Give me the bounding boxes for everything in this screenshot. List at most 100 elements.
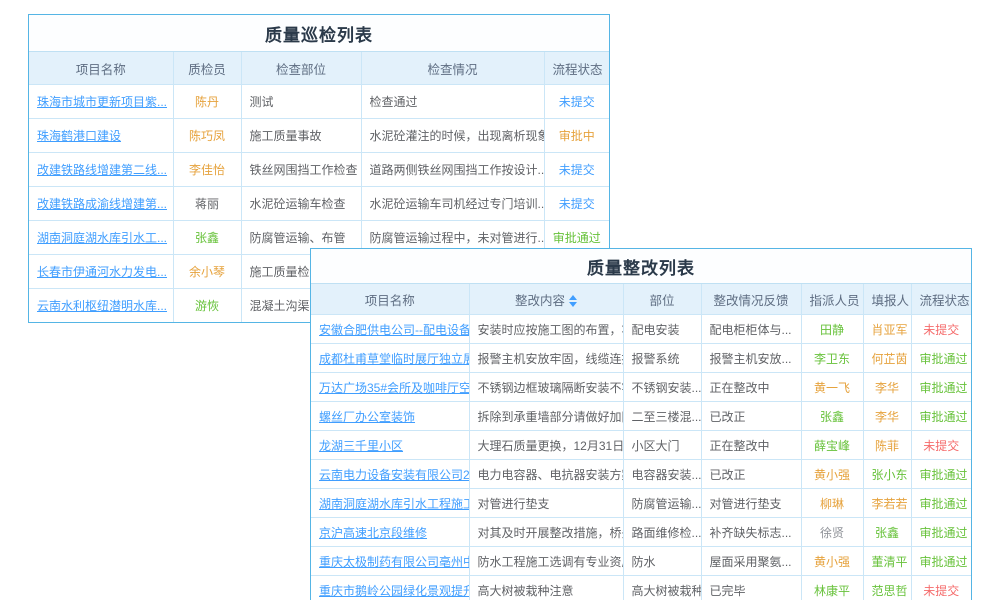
- project-link[interactable]: 珠海市城市更新项目紫...: [37, 95, 167, 109]
- project-cell: 安徽合肥供电公司--配电设备...: [311, 315, 469, 344]
- column-header-content[interactable]: 整改内容: [469, 284, 623, 315]
- part-cell: 小区大门: [623, 431, 701, 460]
- project-cell: 云南水利枢纽潜明水库...: [29, 289, 173, 323]
- status-cell: 审批通过: [911, 344, 971, 373]
- status-cell: 未提交: [544, 153, 609, 187]
- project-link[interactable]: 改建铁路线增建第二线...: [37, 163, 167, 177]
- rectification-list-panel: 质量整改列表 项目名称整改内容部位整改情况反馈指派人员填报人流程状态 安徽合肥供…: [310, 248, 972, 600]
- part-cell: 路面维修检...: [623, 518, 701, 547]
- feedback-cell: 对管进行垫支: [701, 489, 801, 518]
- project-link[interactable]: 成都杜甫草堂临时展厅独立展...: [319, 352, 469, 366]
- content-cell: 拆除到承重墙部分请做好加固...: [469, 402, 623, 431]
- inspector-cell: 李佳怡: [173, 153, 241, 187]
- column-header-inspector: 质检员: [173, 52, 241, 85]
- status-cell: 未提交: [544, 187, 609, 221]
- column-header-label: 检查部位: [276, 63, 326, 77]
- project-link[interactable]: 重庆太极制药有限公司亳州中...: [319, 555, 469, 569]
- table-row: 重庆太极制药有限公司亳州中...防水工程施工选调有专业资质...防水屋面采用聚氨…: [311, 547, 971, 576]
- assignee-cell: 田静: [801, 315, 863, 344]
- status-cell: 未提交: [544, 85, 609, 119]
- assignee-cell: 林康平: [801, 576, 863, 600]
- project-cell: 改建铁路成渝线增建第...: [29, 187, 173, 221]
- column-header-label: 流程状态: [920, 294, 970, 308]
- reporter-cell: 范思哲: [863, 576, 911, 600]
- content-cell: 防水工程施工选调有专业资质...: [469, 547, 623, 576]
- page-background: 质量巡检列表 项目名称质检员检查部位检查情况流程状态 珠海市城市更新项目紫...…: [0, 0, 1000, 600]
- table-row: 云南电力设备安装有限公司20...电力电容器、电抗器安装方案,...电容器安装.…: [311, 460, 971, 489]
- project-link[interactable]: 重庆市鹅岭公园绿化景观提升...: [319, 584, 469, 598]
- project-link[interactable]: 湖南洞庭湖水库引水工...: [37, 231, 167, 245]
- project-link[interactable]: 云南水利枢纽潜明水库...: [37, 299, 167, 313]
- inspection-header-row: 项目名称质检员检查部位检查情况流程状态: [29, 52, 609, 85]
- status-cell: 审批通过: [911, 373, 971, 402]
- feedback-cell: 配电柜柜体与...: [701, 315, 801, 344]
- reporter-cell: 肖亚军: [863, 315, 911, 344]
- table-row: 湖南洞庭湖水库引水工程施工1...对管进行垫支防腐管运输...对管进行垫支柳琳李…: [311, 489, 971, 518]
- inspector-cell: 余小琴: [173, 255, 241, 289]
- column-header-status: 流程状态: [911, 284, 971, 315]
- feedback-cell: 已改正: [701, 460, 801, 489]
- feedback-cell: 屋面采用聚氨...: [701, 547, 801, 576]
- project-cell: 珠海市城市更新项目紫...: [29, 85, 173, 119]
- situation-cell: 道路两侧铁丝网围挡工作按设计...: [361, 153, 544, 187]
- project-link[interactable]: 京沪高速北京段维修: [319, 526, 427, 540]
- part-cell: 不锈钢安装...: [623, 373, 701, 402]
- part-cell: 防腐管运输...: [623, 489, 701, 518]
- column-header-label: 整改情况反馈: [713, 294, 788, 308]
- table-row: 改建铁路成渝线增建第...蒋丽水泥砼运输车检查水泥砼运输车司机经过专门培训...…: [29, 187, 609, 221]
- status-cell: 审批通过: [911, 460, 971, 489]
- project-link[interactable]: 安徽合肥供电公司--配电设备...: [319, 323, 469, 337]
- project-link[interactable]: 珠海鹤港口建设: [37, 129, 121, 143]
- feedback-cell: 已完毕: [701, 576, 801, 600]
- project-link[interactable]: 龙湖三千里小区: [319, 439, 403, 453]
- inspector-cell: 张鑫: [173, 221, 241, 255]
- column-header-status: 流程状态: [544, 52, 609, 85]
- situation-cell: 水泥砼运输车司机经过专门培训...: [361, 187, 544, 221]
- status-cell: 未提交: [911, 315, 971, 344]
- project-cell: 重庆太极制药有限公司亳州中...: [311, 547, 469, 576]
- column-header-label: 指派人员: [810, 294, 860, 308]
- column-header-label: 整改内容: [515, 294, 565, 308]
- project-cell: 湖南洞庭湖水库引水工程施工1...: [311, 489, 469, 518]
- part-cell: 报警系统: [623, 344, 701, 373]
- status-cell: 未提交: [911, 431, 971, 460]
- content-cell: 电力电容器、电抗器安装方案,...: [469, 460, 623, 489]
- project-link[interactable]: 螺丝厂办公室装饰: [319, 410, 415, 424]
- column-header-label: 部位: [649, 294, 674, 308]
- table-row: 京沪高速北京段维修对其及时开展整改措施，桥头...路面维修检...补齐缺失标志.…: [311, 518, 971, 547]
- project-link[interactable]: 湖南洞庭湖水库引水工程施工1...: [319, 497, 469, 511]
- rectification-list-title: 质量整改列表: [311, 249, 971, 284]
- column-header-assignee: 指派人员: [801, 284, 863, 315]
- project-link[interactable]: 万达广场35#会所及咖啡厅空...: [319, 381, 469, 395]
- column-header-project: 项目名称: [311, 284, 469, 315]
- table-row: 珠海鹤港口建设陈巧凤施工质量事故水泥砼灌注的时候，出现离析现象审批中: [29, 119, 609, 153]
- inspector-cell: 陈丹: [173, 85, 241, 119]
- assignee-cell: 徐贤: [801, 518, 863, 547]
- column-header-feedback: 整改情况反馈: [701, 284, 801, 315]
- table-row: 重庆市鹅岭公园绿化景观提升...高大树被栽种注意高大树被栽种已完毕林康平范思哲未…: [311, 576, 971, 600]
- assignee-cell: 黄小强: [801, 547, 863, 576]
- inspection-list-title: 质量巡检列表: [29, 15, 609, 52]
- sort-icon[interactable]: [569, 295, 577, 307]
- table-row: 成都杜甫草堂临时展厅独立展...报警主机安放牢固，线缆连接...报警系统报警主机…: [311, 344, 971, 373]
- table-row: 珠海市城市更新项目紫...陈丹测试检查通过未提交: [29, 85, 609, 119]
- reporter-cell: 张小东: [863, 460, 911, 489]
- content-cell: 高大树被栽种注意: [469, 576, 623, 600]
- inspector-cell: 游恢: [173, 289, 241, 323]
- part-cell: 电容器安装...: [623, 460, 701, 489]
- table-row: 万达广场35#会所及咖啡厅空...不锈钢边框玻璃隔断安装不牢...不锈钢安装..…: [311, 373, 971, 402]
- assignee-cell: 薛宝峰: [801, 431, 863, 460]
- status-cell: 审批通过: [911, 518, 971, 547]
- content-cell: 报警主机安放牢固，线缆连接...: [469, 344, 623, 373]
- feedback-cell: 补齐缺失标志...: [701, 518, 801, 547]
- project-link[interactable]: 长春市伊通河水力发电...: [37, 265, 167, 279]
- part-cell: 高大树被栽种: [623, 576, 701, 600]
- project-link[interactable]: 改建铁路成渝线增建第...: [37, 197, 167, 211]
- project-cell: 京沪高速北京段维修: [311, 518, 469, 547]
- reporter-cell: 李华: [863, 373, 911, 402]
- project-link[interactable]: 云南电力设备安装有限公司20...: [319, 468, 469, 482]
- table-row: 安徽合肥供电公司--配电设备...安装时应按施工图的布置，将...配电安装配电柜…: [311, 315, 971, 344]
- content-cell: 安装时应按施工图的布置，将...: [469, 315, 623, 344]
- column-header-label: 检查情况: [427, 63, 477, 77]
- table-row: 改建铁路线增建第二线...李佳怡铁丝网围挡工作检查道路两侧铁丝网围挡工作按设计.…: [29, 153, 609, 187]
